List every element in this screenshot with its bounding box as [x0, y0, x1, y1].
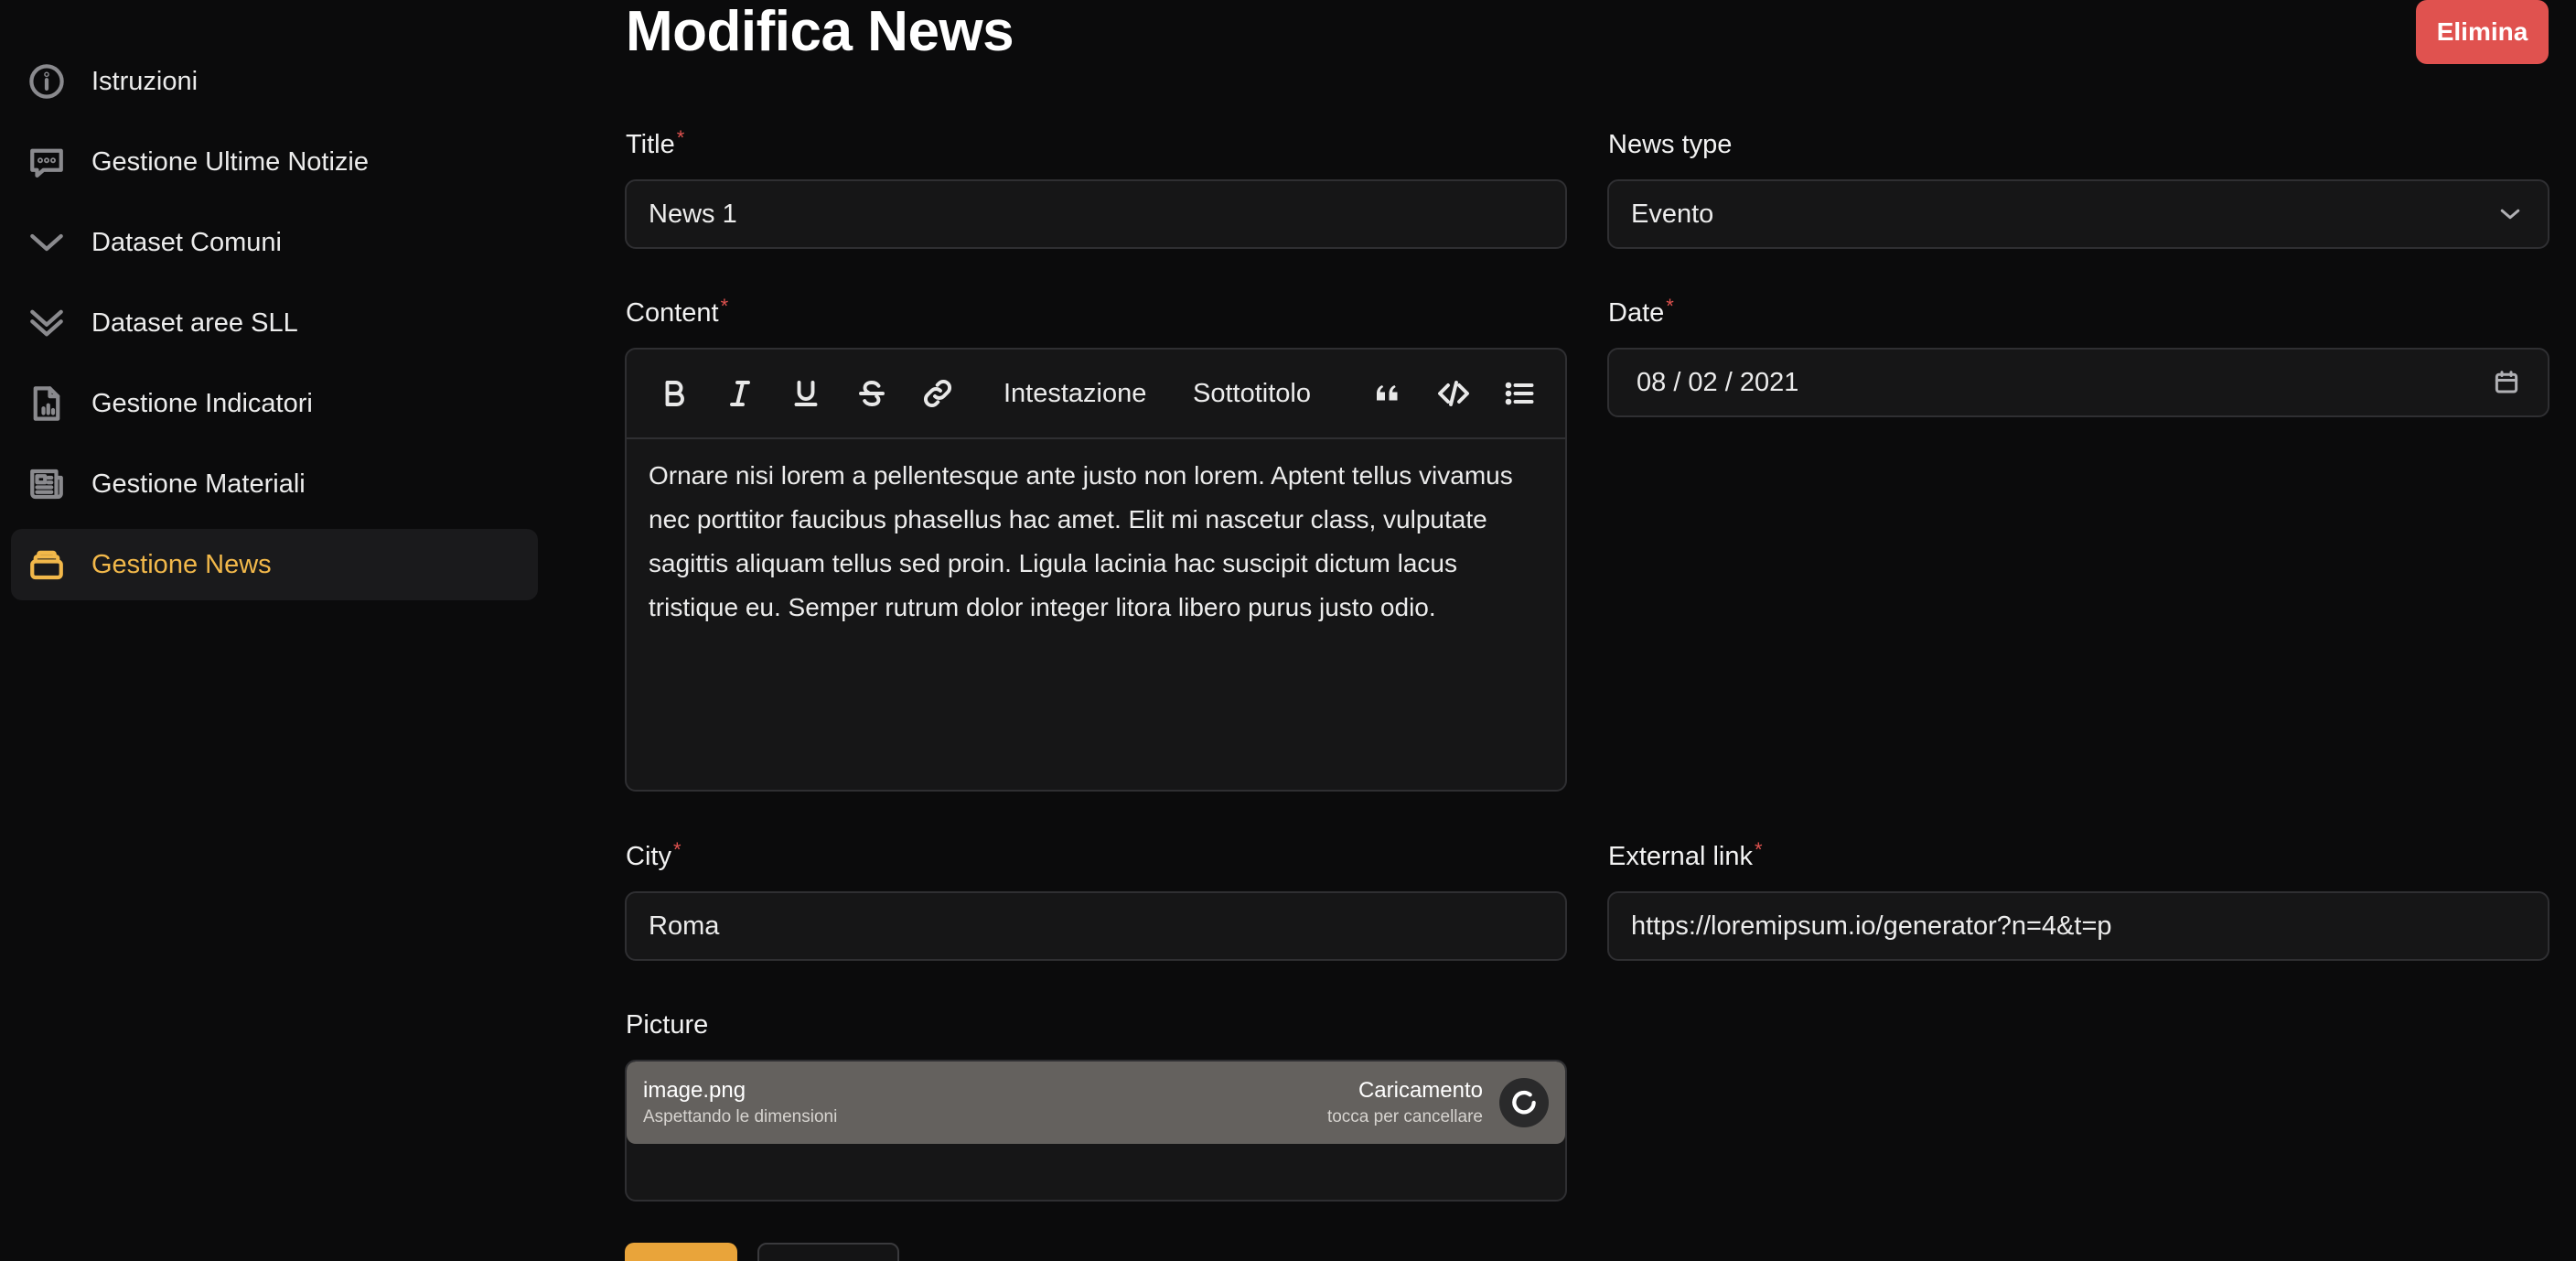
sidebar-item-istruzioni[interactable]: Istruzioni — [11, 46, 538, 117]
editor-toolbar: Intestazione Sottotitolo — [627, 350, 1565, 439]
news-type-label: News type — [1608, 130, 1733, 159]
stack-icon — [27, 545, 66, 584]
file-name: image.png — [643, 1078, 746, 1103]
city-label: City* — [626, 838, 682, 871]
picture-dropzone[interactable]: image.png Aspettando le dimensioni Caric… — [625, 1060, 1567, 1202]
sidebar-item-label: Gestione Materiali — [91, 469, 306, 499]
bold-icon[interactable] — [656, 375, 692, 412]
title-input[interactable]: News 1 — [625, 179, 1567, 249]
upload-status: Caricamento — [1358, 1078, 1483, 1103]
picture-label: Picture — [626, 1010, 709, 1040]
external-link-label: External link* — [1608, 838, 1763, 871]
sidebar-item-ultime-notizie[interactable]: Gestione Ultime Notizie — [11, 126, 538, 198]
sidebar-item-gestione-indicatori[interactable]: Gestione Indicatori — [11, 368, 538, 439]
chevron-down-icon — [2496, 200, 2524, 228]
strikethrough-icon[interactable] — [853, 375, 890, 412]
sidebar-item-label: Dataset aree SLL — [91, 307, 298, 338]
info-icon — [27, 62, 66, 101]
sidebar-item-label: Istruzioni — [91, 66, 199, 96]
document-chart-icon — [27, 384, 66, 423]
cancel-upload-spinner-icon[interactable] — [1499, 1078, 1549, 1127]
sidebar-item-gestione-news[interactable]: Gestione News — [11, 529, 538, 600]
calendar-icon[interactable] — [2493, 369, 2520, 396]
date-label: Date* — [1608, 295, 1674, 328]
city-input[interactable]: Roma — [625, 891, 1567, 961]
code-icon[interactable] — [1435, 375, 1472, 412]
double-chevron-down-icon — [27, 304, 66, 342]
sidebar-item-dataset-comuni[interactable]: Dataset Comuni — [11, 207, 538, 278]
sidebar-item-dataset-aree-sll[interactable]: Dataset aree SLL — [11, 287, 538, 359]
italic-icon[interactable] — [722, 375, 758, 412]
sidebar-item-label: Dataset Comuni — [91, 227, 282, 257]
sidebar-item-gestione-materiali[interactable]: Gestione Materiali — [11, 448, 538, 520]
upload-hint: tocca per cancellare — [1326, 1107, 1483, 1126]
required-mark: * — [672, 838, 682, 861]
required-mark: * — [676, 126, 685, 149]
sidebar-item-label: Gestione Ultime Notizie — [91, 146, 369, 177]
rich-text-editor: Intestazione Sottotitolo Ornare nisi lor… — [625, 348, 1567, 792]
required-mark: * — [1666, 295, 1674, 318]
chevron-down-icon — [27, 223, 66, 262]
subheading-button[interactable]: Sottotitolo — [1193, 375, 1311, 412]
file-status: Aspettando le dimensioni — [643, 1107, 838, 1126]
external-link-input[interactable]: https://loremipsum.io/generator?n=4&t=p — [1607, 891, 2549, 961]
quote-icon[interactable] — [1369, 375, 1406, 412]
heading-button[interactable]: Intestazione — [1004, 375, 1146, 412]
news-type-select[interactable]: Evento — [1607, 179, 2549, 249]
newspaper-icon — [27, 465, 66, 503]
cancel-button[interactable] — [757, 1243, 899, 1261]
link-icon[interactable] — [919, 375, 956, 412]
delete-button[interactable]: Elimina — [2416, 0, 2549, 64]
content-label: Content* — [626, 295, 729, 328]
date-input[interactable]: 08 / 02 / 2021 — [1607, 348, 2549, 417]
save-button[interactable] — [625, 1243, 737, 1261]
sidebar-item-label: Gestione Indicatori — [91, 388, 313, 418]
underline-icon[interactable] — [788, 375, 824, 412]
upload-item: image.png Aspettando le dimensioni Caric… — [627, 1062, 1565, 1144]
bullet-list-icon[interactable] — [1501, 375, 1538, 412]
chat-bubble-icon — [27, 143, 66, 181]
content-textarea[interactable]: Ornare nisi lorem a pellentesque ante ju… — [649, 454, 1550, 630]
required-mark: * — [1754, 838, 1763, 861]
page-title: Modifica News — [626, 0, 1014, 63]
sidebar-item-label: Gestione News — [91, 549, 272, 579]
sidebar: Istruzioni Gestione Ultime Notizie Datas… — [0, 0, 549, 1261]
title-label: Title* — [626, 126, 685, 159]
required-mark: * — [720, 295, 729, 318]
